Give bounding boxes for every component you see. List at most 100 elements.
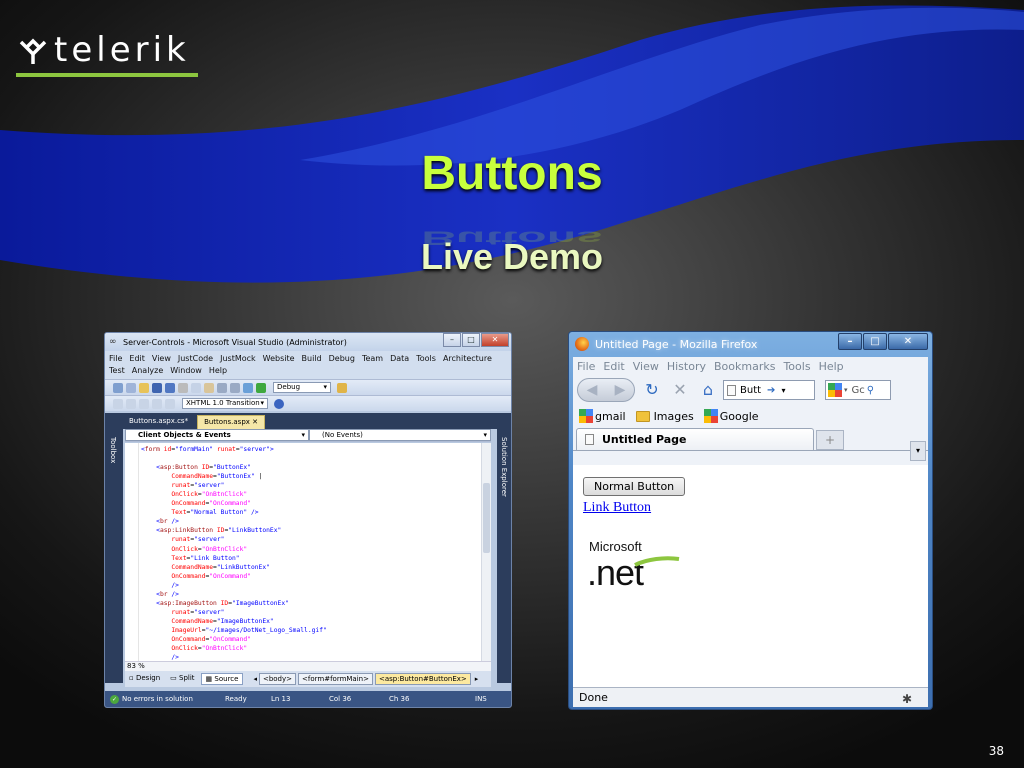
bookmark-google[interactable]: Google <box>703 409 759 423</box>
tab-buttons-aspx-cs[interactable]: Buttons.aspx.cs* <box>123 415 194 429</box>
forward-arrow-icon[interactable]: ▶ <box>615 382 626 398</box>
image-button-dotnet-logo[interactable]: Microsoft .net <box>587 537 687 597</box>
ff-close-button[interactable]: ✕ <box>888 333 928 350</box>
vs-maximize-button[interactable]: □ <box>462 333 480 347</box>
url-bar[interactable]: Butt ➔ ▾ <box>723 380 815 400</box>
save-icon[interactable] <box>152 382 162 393</box>
vs-menu-view[interactable]: View <box>152 353 171 365</box>
paste-icon[interactable] <box>204 382 214 393</box>
home-icon[interactable]: ⌂ <box>697 379 719 401</box>
find-icon[interactable] <box>337 382 347 393</box>
new-project-icon[interactable] <box>113 382 123 393</box>
vs-menu-team[interactable]: Team <box>362 353 383 365</box>
split-view-button[interactable]: ▭ Split <box>166 673 198 685</box>
chevron-right-icon[interactable]: ▸ <box>475 675 479 683</box>
vs-minimize-button[interactable]: – <box>443 333 461 347</box>
add-item-icon[interactable] <box>126 382 136 393</box>
vs-menu-tools[interactable]: Tools <box>416 353 436 365</box>
chevron-down-icon: ▾ <box>323 383 327 391</box>
vs-menu-debug[interactable]: Debug <box>329 353 355 365</box>
vs-menu-justmock[interactable]: JustMock <box>220 353 256 365</box>
copy-icon[interactable] <box>191 382 201 393</box>
reload-icon[interactable]: ↻ <box>641 379 663 401</box>
breadcrumb-button[interactable]: <asp:Button#ButtonEx> <box>374 673 471 685</box>
bookmark-icon[interactable] <box>165 398 175 409</box>
vs-code-editor[interactable]: <form id="formMain" runat="server"> <asp… <box>125 443 491 661</box>
close-icon[interactable]: ✕ <box>252 418 258 426</box>
redo-icon[interactable] <box>230 382 240 393</box>
search-text: Gc <box>851 384 865 396</box>
breadcrumb-form[interactable]: <form#formMain> <box>298 673 373 685</box>
link-button[interactable]: Link Button <box>583 500 918 516</box>
navigate-icon[interactable] <box>243 382 253 393</box>
vs-scroll-thumb[interactable] <box>483 483 490 553</box>
source-view-button[interactable]: ▦ Source <box>200 673 244 685</box>
magnifier-icon[interactable]: ⚲ <box>867 385 874 396</box>
vs-close-button[interactable]: ✕ <box>481 333 509 347</box>
outdent-icon[interactable] <box>139 398 149 409</box>
tab-list-button[interactable]: ▾ <box>910 441 926 461</box>
events-dropdown[interactable]: (No Events) <box>309 429 491 441</box>
stop-icon[interactable]: ✕ <box>669 379 691 401</box>
vs-status-bar: ✓ No errors in solution Ready Ln 13 Col … <box>105 691 511 707</box>
design-view-button[interactable]: ▫ Design <box>125 673 164 685</box>
firebug-icon[interactable]: ✱ <box>902 690 912 709</box>
save-all-icon[interactable] <box>165 382 175 393</box>
go-arrow-icon[interactable]: ➔ <box>767 385 775 396</box>
vs-doctype-select[interactable]: XHTML 1.0 Transition ▾ <box>182 398 268 409</box>
chevron-left-icon[interactable]: ◂ <box>253 675 257 683</box>
validate-icon[interactable] <box>274 398 284 409</box>
tab-untitled-page[interactable]: Untitled Page <box>576 428 814 450</box>
vs-menu-data[interactable]: Data <box>390 353 409 365</box>
ff-menu-bookmarks[interactable]: Bookmarks <box>714 360 775 373</box>
comment-icon[interactable] <box>113 398 123 409</box>
vs-toolbox-panel[interactable]: Toolbox <box>105 413 123 683</box>
vs-menu-analyze[interactable]: Analyze <box>132 365 164 377</box>
vs-menu-help[interactable]: Help <box>209 365 227 377</box>
ff-menu-file[interactable]: File <box>577 360 595 373</box>
open-folder-icon[interactable] <box>139 382 149 393</box>
vs-menu-file[interactable]: File <box>109 353 122 365</box>
tab-buttons-aspx[interactable]: Buttons.aspx ✕ <box>197 415 266 429</box>
ff-status-text: Done <box>579 691 608 704</box>
cut-icon[interactable] <box>178 382 188 393</box>
vs-menu-build[interactable]: Build <box>302 353 322 365</box>
format-icon[interactable] <box>152 398 162 409</box>
vs-menu-website[interactable]: Website <box>263 353 295 365</box>
vs-vertical-scrollbar[interactable] <box>481 443 491 661</box>
chevron-down-icon[interactable]: ▾ <box>844 386 848 394</box>
indent-icon[interactable] <box>126 398 136 409</box>
zoom-level[interactable]: 83 % <box>127 662 145 670</box>
back-arrow-icon[interactable]: ◀ <box>587 382 598 398</box>
search-box[interactable]: ▾ Gc ⚲ <box>825 380 891 400</box>
vs-solution-explorer-panel[interactable]: Solution Explorer <box>497 413 511 683</box>
vs-menu-edit[interactable]: Edit <box>129 353 145 365</box>
ff-menu-tools[interactable]: Tools <box>783 360 810 373</box>
ff-menu-view[interactable]: View <box>633 360 659 373</box>
chevron-down-icon[interactable]: ▾ <box>781 386 785 395</box>
breadcrumb-body[interactable]: <body> <box>258 673 297 685</box>
new-tab-button[interactable]: + <box>816 430 844 450</box>
vs-menu-architecture[interactable]: Architecture <box>443 353 492 365</box>
ff-menu-edit[interactable]: Edit <box>603 360 624 373</box>
vs-menu-window[interactable]: Window <box>170 365 202 377</box>
bookmark-gmail[interactable]: gmail <box>579 409 626 423</box>
start-debug-icon[interactable] <box>256 382 266 393</box>
page-icon <box>727 384 736 396</box>
ff-client-area: File Edit View History Bookmarks Tools H… <box>573 357 928 707</box>
ff-menu-help[interactable]: Help <box>819 360 844 373</box>
vs-config-select[interactable]: Debug ▾ <box>273 382 331 393</box>
page-icon <box>585 434 594 445</box>
check-icon: ✓ <box>110 694 119 704</box>
telerik-logo: telerik <box>16 28 198 78</box>
normal-button[interactable]: Normal Button <box>583 477 686 496</box>
ff-minimize-button[interactable]: – <box>838 333 862 350</box>
undo-icon[interactable] <box>217 382 227 393</box>
vs-menu-test[interactable]: Test <box>109 365 125 377</box>
ff-menu-history[interactable]: History <box>667 360 706 373</box>
bookmark-images[interactable]: Images <box>635 410 694 423</box>
logo-net-text: .net <box>587 552 644 593</box>
client-objects-dropdown[interactable]: Client Objects & Events <box>125 429 309 441</box>
ff-maximize-button[interactable]: □ <box>863 333 887 350</box>
vs-menu-justcode[interactable]: JustCode <box>178 353 213 365</box>
